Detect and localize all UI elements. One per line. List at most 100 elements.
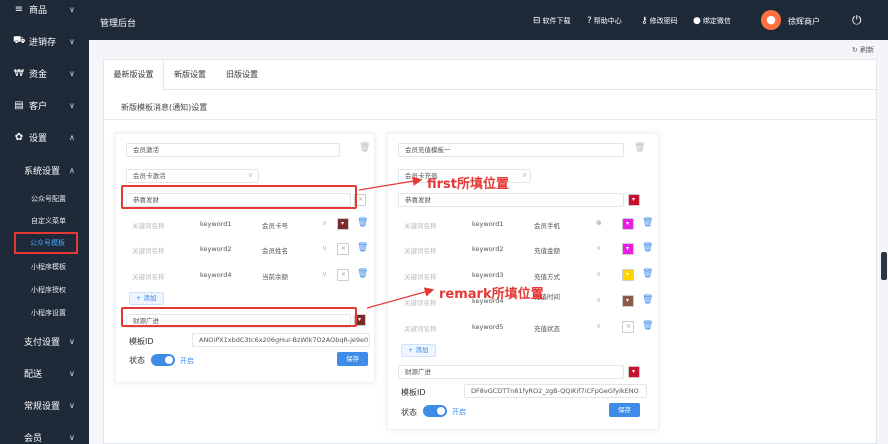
color-picker[interactable]: ▾ bbox=[622, 269, 634, 281]
sidebar-item-general[interactable]: 常规设置 ∨ bbox=[0, 390, 89, 420]
save-button[interactable]: 保存 bbox=[609, 403, 640, 417]
help-center-link[interactable]: ? 帮助中心 bbox=[587, 16, 622, 26]
key-icon: ⚷ bbox=[641, 16, 648, 26]
trash-icon[interactable]: 🗑 bbox=[642, 243, 653, 253]
sidebar-sub-item[interactable]: 小程序授权 bbox=[0, 279, 89, 301]
keyword-name-input[interactable]: 关键词名称 bbox=[404, 271, 437, 281]
sidebar-sub-item[interactable]: 自定义菜单 bbox=[0, 210, 89, 232]
sidebar-item-label: 资金 bbox=[29, 69, 48, 80]
keyword-name-input[interactable]: 关键词名称 bbox=[404, 323, 437, 333]
keyword-value-select[interactable]: 当前余额 bbox=[262, 271, 288, 281]
trash-icon[interactable]: 🗑 bbox=[357, 218, 368, 228]
color-picker[interactable]: ▾ bbox=[337, 218, 349, 230]
sidebar-item-delivery[interactable]: 配送 ∨ bbox=[0, 358, 89, 388]
trash-icon[interactable]: 🗑 bbox=[642, 321, 653, 331]
keyword-value-select[interactable]: 充值状态 bbox=[534, 323, 560, 333]
keyword-value-select[interactable]: 充值金额 bbox=[534, 245, 560, 255]
keyword-name-input[interactable]: 关键词名称 bbox=[132, 245, 165, 255]
side-handle[interactable] bbox=[881, 252, 887, 280]
trash-icon[interactable]: 🗑 bbox=[642, 218, 653, 228]
sidebar-item-settings[interactable]: ✿ 设置 ∧ bbox=[0, 122, 89, 152]
tab-bar: 最新版设置 新版设置 旧版设置 bbox=[104, 60, 876, 90]
sidebar-item-system-settings[interactable]: 系统设置 ∧ bbox=[0, 155, 89, 185]
trash-icon[interactable]: 🗑 bbox=[357, 269, 368, 279]
tab-latest[interactable]: 最新版设置 bbox=[104, 60, 164, 90]
keyword-name-input[interactable]: 关键词名称 bbox=[132, 220, 165, 230]
add-keyword-button[interactable]: + 添加 bbox=[129, 292, 164, 305]
chevron-down-icon: ∨ bbox=[596, 270, 602, 278]
help-icon: ? bbox=[587, 16, 592, 26]
bind-wechat-link[interactable]: ● 绑定微信 bbox=[693, 16, 731, 26]
sidebar-item-inventory[interactable]: ⛟ 进销存 ∨ bbox=[0, 26, 89, 56]
clear-icon: × bbox=[341, 245, 347, 252]
chevron-down-icon: ∨ bbox=[596, 322, 602, 330]
keyword-name-input[interactable]: 关键词名称 bbox=[404, 220, 437, 230]
color-picker[interactable]: ▾ bbox=[628, 194, 640, 206]
clear-icon: × bbox=[358, 196, 364, 203]
template-id-input[interactable]: DF8vGCDTTn81fyRO2_zgB-QQiKif7iCFpGeGfyIk… bbox=[464, 384, 647, 398]
shop-name[interactable]: 徐辉商户 bbox=[788, 16, 820, 27]
download-icon: ⊟ bbox=[533, 16, 541, 26]
trash-icon[interactable]: 🗑 bbox=[634, 143, 645, 153]
color-picker[interactable]: × bbox=[622, 321, 634, 333]
keyword-value-select[interactable]: 会员姓名 bbox=[262, 245, 288, 255]
avatar[interactable]: ● bbox=[761, 10, 781, 30]
add-keyword-button[interactable]: + 添加 bbox=[401, 344, 436, 357]
trash-icon[interactable]: 🗑 bbox=[359, 143, 370, 153]
sidebar-item-member[interactable]: 会员 ∨ bbox=[0, 422, 89, 444]
sidebar-sub-item[interactable]: 小程序设置 bbox=[0, 302, 89, 324]
keyword-key: keyword5 bbox=[472, 323, 504, 331]
first-input[interactable]: 恭喜发财 bbox=[398, 193, 624, 207]
sidebar-sub-label: 小程序设置 bbox=[31, 309, 66, 317]
keyword-key: keyword1 bbox=[472, 220, 504, 228]
keyword-row: 关键词名称 keyword1 会员卡号 ∨ ▾ 🗑 bbox=[132, 218, 372, 232]
refresh-button[interactable]: ↻ 刷新 bbox=[852, 45, 874, 55]
template-id-input[interactable]: ANOiPX1xbdC3tc6x206gHur-BzWlk7O2AObqR-je… bbox=[192, 333, 370, 347]
color-picker[interactable]: ▾ bbox=[622, 295, 634, 307]
sidebar-item-funds[interactable]: ₩ 资金 ∨ bbox=[0, 58, 89, 88]
trash-icon[interactable]: 🗑 bbox=[357, 243, 368, 253]
keyword-key: keyword1 bbox=[200, 220, 232, 228]
clear-icon[interactable]: ⊗ bbox=[596, 219, 602, 227]
color-picker[interactable]: × bbox=[337, 243, 349, 255]
dropdown-icon: ▾ bbox=[626, 245, 630, 252]
sidebar-item-customers[interactable]: ▤ 客户 ∨ bbox=[0, 90, 89, 120]
sidebar-sub-item[interactable]: 小程序模板 bbox=[0, 256, 89, 278]
change-password-link[interactable]: ⚷ 修改密码 bbox=[641, 16, 678, 26]
sidebar-sub-item[interactable]: 公众号配置 bbox=[0, 188, 89, 210]
keyword-value-select[interactable]: 会员卡号 bbox=[262, 220, 288, 230]
tab-old[interactable]: 旧版设置 bbox=[216, 60, 268, 90]
keyword-name-input[interactable]: 关键词名称 bbox=[404, 297, 437, 307]
dropdown-icon: ▾ bbox=[626, 220, 630, 227]
template-type-select[interactable]: 会员卡激活 bbox=[126, 169, 259, 183]
refresh-label: 刷新 bbox=[860, 46, 875, 54]
status-toggle[interactable] bbox=[423, 405, 447, 417]
color-picker[interactable]: ▾ bbox=[628, 366, 640, 378]
color-picker[interactable]: ▾ bbox=[622, 243, 634, 255]
keyword-value-select[interactable]: 充值方式 bbox=[534, 271, 560, 281]
tab-new[interactable]: 新版设置 bbox=[164, 60, 216, 90]
trash-icon[interactable]: 🗑 bbox=[642, 295, 653, 305]
software-download-link[interactable]: ⊟ 软件下载 bbox=[533, 16, 571, 26]
save-button[interactable]: 保存 bbox=[337, 352, 368, 366]
template-name-input[interactable]: 会员激活 bbox=[126, 143, 340, 157]
power-icon[interactable]: ⏻ bbox=[852, 13, 862, 28]
keyword-key: keyword4 bbox=[200, 271, 232, 279]
color-picker[interactable]: ▾ bbox=[622, 218, 634, 230]
status-toggle[interactable] bbox=[151, 354, 175, 366]
template-name-input[interactable]: 会员充值模板一 bbox=[398, 143, 624, 157]
sidebar: ≡ 商品 ∨ ⛟ 进销存 ∨ ₩ 资金 ∨ ▤ 客户 ∨ ✿ 设置 ∧ 系统设置… bbox=[0, 0, 89, 444]
keyword-value-select[interactable]: 会员手机 bbox=[534, 220, 560, 230]
sidebar-item-goods[interactable]: ≡ 商品 ∨ bbox=[0, 0, 89, 24]
annotation-box-remark bbox=[121, 307, 357, 327]
keyword-row: 关键词名称 keyword4 当前余额 ∨ × 🗑 bbox=[132, 269, 372, 283]
color-picker[interactable]: × bbox=[337, 269, 349, 281]
trash-icon[interactable]: 🗑 bbox=[642, 269, 653, 279]
section-title: 新版模板消息(通知)设置 bbox=[121, 103, 208, 112]
keyword-name-input[interactable]: 关键词名称 bbox=[132, 271, 165, 281]
sidebar-item-payment[interactable]: 支付设置 ∨ bbox=[0, 326, 89, 356]
sidebar-sub-item-active[interactable]: 公众号模板 bbox=[0, 232, 89, 254]
keyword-name-input[interactable]: 关键词名称 bbox=[404, 245, 437, 255]
remark-input[interactable]: 财源广进 bbox=[398, 365, 624, 379]
chevron-up-icon: ∧ bbox=[69, 132, 75, 142]
